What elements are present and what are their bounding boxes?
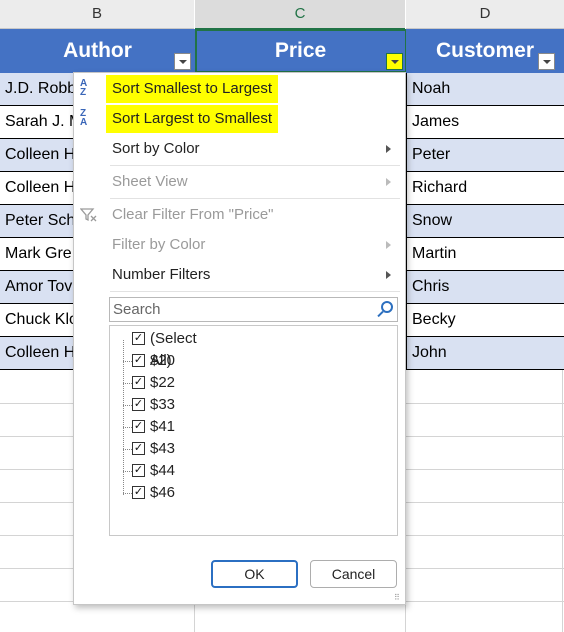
value-list: ✓ (Select All) ✓ $20 ✓ $22 ✓ $33 ✓ $41 ✓…	[109, 325, 398, 536]
customer-cell[interactable]: Snow	[406, 205, 564, 237]
tree-line	[123, 405, 132, 406]
search-input[interactable]: Search	[109, 297, 398, 322]
checkbox-checked-icon: ✓	[132, 420, 145, 433]
tree-line	[123, 361, 132, 362]
price-filter-button[interactable]	[386, 53, 403, 70]
tree-line	[123, 449, 132, 450]
customer-cell[interactable]: Martin	[406, 238, 564, 270]
column-header-b[interactable]: B	[0, 0, 194, 29]
header-cell-customer[interactable]: Customer	[406, 29, 564, 73]
chevron-right-icon	[386, 145, 391, 153]
tree-line	[123, 493, 132, 494]
number-filters-item[interactable]: Number Filters	[74, 261, 405, 289]
number-filters-label: Number Filters	[112, 266, 211, 283]
value-label: $43	[150, 440, 176, 457]
tree-line	[123, 383, 132, 384]
clear-filter-label: Clear Filter From "Price"	[112, 206, 274, 223]
header-price-label: Price	[274, 39, 327, 62]
sort-descending-item[interactable]: ZA Sort Largest to Smallest	[74, 105, 405, 133]
customer-cell[interactable]: Chris	[406, 271, 564, 303]
customer-cell[interactable]: Peter	[406, 139, 564, 171]
checkbox-checked-icon: ✓	[132, 354, 145, 367]
sort-by-color-label: Sort by Color	[112, 140, 200, 157]
sort-ascending-label: Sort Smallest to Largest	[106, 75, 279, 103]
customer-filter-button[interactable]	[538, 53, 555, 70]
ok-button[interactable]: OK	[211, 560, 298, 588]
header-author-label: Author	[63, 39, 132, 62]
checkbox-checked-icon: ✓	[132, 332, 145, 345]
resize-grip-icon[interactable]: ⠿	[394, 594, 402, 602]
checkbox-checked-icon: ✓	[132, 442, 145, 455]
value-label: $41	[150, 418, 176, 435]
gridline	[562, 370, 563, 632]
sort-ascending-icon: AZ	[80, 78, 88, 98]
search-placeholder: Search	[113, 301, 161, 318]
checkbox-checked-icon: ✓	[132, 464, 145, 477]
sort-descending-icon: ZA	[80, 108, 88, 128]
checkbox-checked-icon: ✓	[132, 486, 145, 499]
header-customer-label: Customer	[435, 39, 535, 62]
checkbox-checked-icon: ✓	[132, 376, 145, 389]
tree-line	[123, 471, 132, 472]
menu-separator	[110, 291, 400, 292]
sort-ascending-item[interactable]: AZ Sort Smallest to Largest	[74, 75, 405, 103]
checkbox-checked-icon: ✓	[132, 398, 145, 411]
value-label: $22	[150, 374, 176, 391]
customer-cell[interactable]: John	[406, 337, 564, 369]
header-cell-price[interactable]: Price	[195, 29, 407, 73]
filter-by-color-item[interactable]: Filter by Color	[74, 231, 405, 259]
header-cell-author[interactable]: Author	[0, 29, 196, 73]
autofilter-menu: AZ Sort Smallest to Largest ZA Sort Larg…	[73, 72, 406, 605]
sort-by-color-item[interactable]: Sort by Color	[74, 135, 405, 163]
clear-filter-icon	[80, 208, 97, 222]
customer-cell[interactable]: Richard	[406, 172, 564, 204]
chevron-right-icon	[386, 178, 391, 186]
customer-cell[interactable]: Noah	[406, 73, 564, 105]
value-label: $46	[150, 484, 176, 501]
search-icon	[381, 301, 393, 313]
menu-separator	[110, 198, 400, 199]
column-header-d[interactable]: D	[406, 0, 564, 29]
value-label: $33	[150, 396, 176, 413]
sheet-view-label: Sheet View	[112, 173, 188, 190]
value-label: $20	[150, 352, 176, 369]
clear-filter-item[interactable]: Clear Filter From "Price"	[74, 201, 405, 229]
cancel-button[interactable]: Cancel	[310, 560, 397, 588]
menu-separator	[110, 165, 400, 166]
chevron-right-icon	[386, 241, 391, 249]
sort-descending-label: Sort Largest to Smallest	[106, 105, 279, 133]
tree-line	[123, 427, 132, 428]
column-header-c[interactable]: C	[195, 0, 405, 30]
filter-by-color-label: Filter by Color	[112, 236, 206, 253]
author-filter-button[interactable]	[174, 53, 191, 70]
customer-cell[interactable]: Becky	[406, 304, 564, 336]
value-label: $44	[150, 462, 176, 479]
chevron-right-icon	[386, 271, 391, 279]
sheet-view-item[interactable]: Sheet View	[74, 168, 405, 196]
customer-cell[interactable]: James	[406, 106, 564, 138]
